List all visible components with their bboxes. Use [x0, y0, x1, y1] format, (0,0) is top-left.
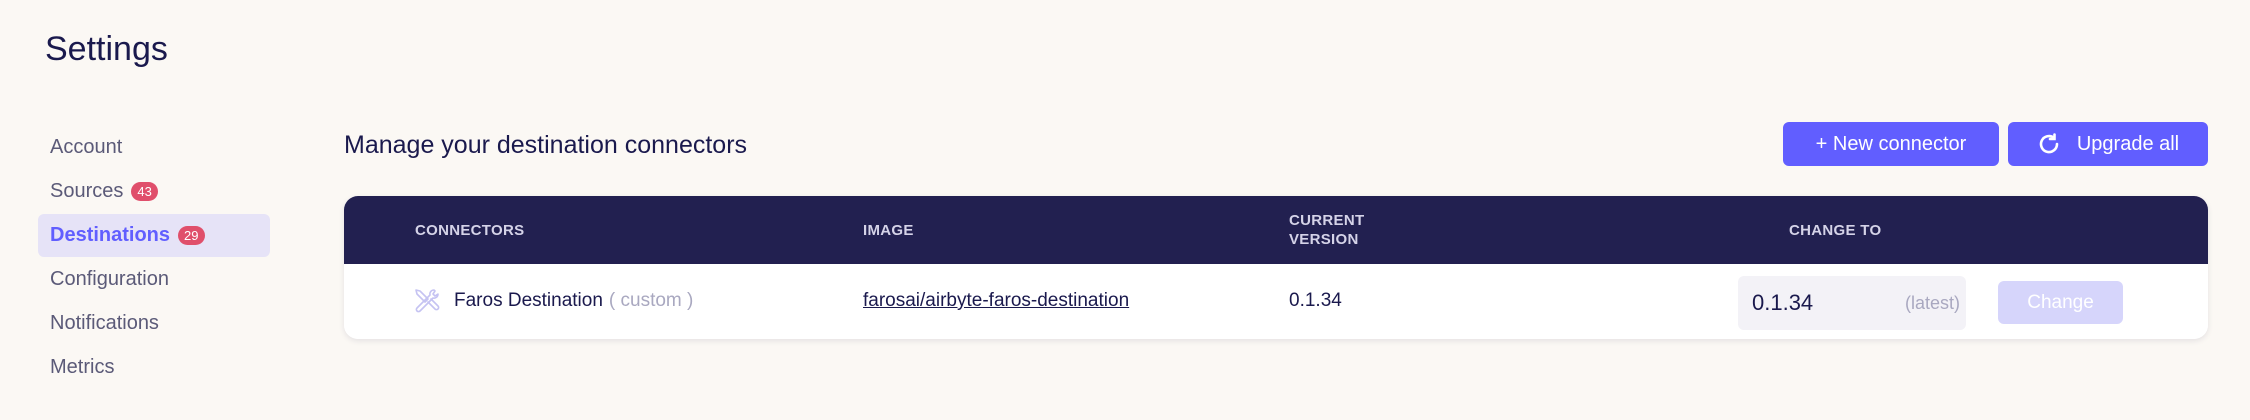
count-badge: 43 [131, 182, 158, 201]
upgrade-all-label: Upgrade all [2076, 132, 2180, 155]
table-header: CONNECTORS IMAGE CURRENT VERSION CHANGE … [344, 196, 2208, 264]
new-connector-button[interactable]: + New connector [1783, 122, 1999, 166]
sidebar-item-metrics[interactable]: Metrics [38, 346, 270, 389]
image-link[interactable]: farosai/airbyte-faros-destination [863, 290, 1129, 312]
connector-cell: Faros Destination ( custom ) [412, 286, 693, 316]
column-header-current-version: CURRENT VERSION [1289, 212, 1365, 248]
sidebar-item-account[interactable]: Account [38, 126, 270, 169]
column-header-image: IMAGE [863, 222, 914, 239]
sidebar-item-label: Account [50, 136, 123, 158]
sidebar-item-notifications[interactable]: Notifications [38, 302, 270, 345]
change-button[interactable]: Change [1998, 281, 2123, 324]
page-title: Settings [45, 30, 168, 68]
change-button-label: Change [2027, 291, 2094, 313]
table-row: Faros Destination ( custom ) farosai/air… [344, 264, 2208, 339]
column-header-connectors: CONNECTORS [415, 222, 525, 239]
connector-tag: ( custom ) [608, 290, 694, 311]
count-badge: 29 [178, 226, 205, 245]
connector-name: Faros Destination [454, 290, 603, 311]
sidebar-item-label: Destinations [50, 224, 171, 246]
tools-icon [415, 289, 440, 313]
settings-sidebar: Account Sources 43 Destinations 29 Confi… [38, 126, 270, 390]
sidebar-item-label: Metrics [50, 356, 115, 378]
sidebar-item-configuration[interactable]: Configuration [38, 258, 270, 301]
column-header-change-to: CHANGE TO [1789, 222, 1882, 239]
sidebar-item-label: Sources [50, 180, 124, 202]
version-select[interactable]: 0.1.34 (latest) [1738, 276, 1966, 330]
sidebar-item-destinations[interactable]: Destinations 29 [38, 214, 270, 257]
current-version: 0.1.34 [1289, 290, 1342, 311]
main-heading: Manage your destination connectors [344, 131, 748, 159]
sidebar-item-label: Notifications [50, 312, 159, 334]
connectors-table: CONNECTORS IMAGE CURRENT VERSION CHANGE … [344, 196, 2208, 339]
version-select-value: 0.1.34 [1752, 290, 1814, 315]
refresh-icon [2039, 133, 2059, 154]
sidebar-item-sources[interactable]: Sources 43 [38, 170, 270, 213]
new-connector-label: + New connector [1815, 132, 1967, 155]
version-latest-note: (latest) [1904, 292, 1960, 313]
sidebar-item-label: Configuration [50, 268, 169, 290]
upgrade-all-button[interactable]: Upgrade all [2008, 122, 2208, 166]
